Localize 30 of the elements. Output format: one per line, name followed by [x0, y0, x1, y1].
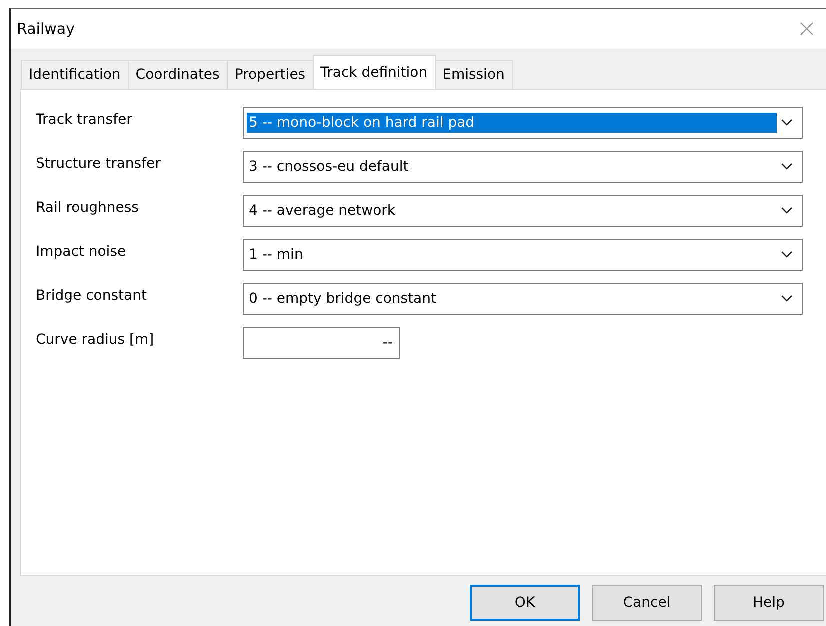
dialog-button[interactable]: OK	[470, 585, 580, 621]
dropdown-value: 4 -- average network	[248, 202, 397, 221]
dropdown-value: 3 -- cnossos-eu default	[248, 158, 410, 177]
dropdown[interactable]: 0 -- empty bridge constant	[243, 283, 803, 315]
tab[interactable]: Track definition	[312, 55, 436, 89]
tab[interactable]: Identification	[21, 60, 129, 89]
dialog-button[interactable]: Help	[714, 585, 824, 621]
field-label: Bridge constant	[36, 288, 148, 304]
field-label: Track transfer	[36, 112, 134, 128]
chevron-down-icon	[781, 295, 793, 303]
field-label: Rail roughness	[36, 200, 140, 216]
dialog-button[interactable]: Cancel	[592, 585, 702, 621]
dropdown-value: 0 -- empty bridge constant	[248, 290, 438, 309]
dropdown[interactable]: 3 -- cnossos-eu default	[243, 151, 803, 183]
dropdown[interactable]: 1 -- min	[243, 239, 803, 271]
field-label: Structure transfer	[36, 156, 162, 172]
close-icon[interactable]	[800, 22, 814, 36]
chevron-down-icon	[781, 207, 793, 215]
field-label: Impact noise	[36, 244, 128, 260]
input-field[interactable]: --	[243, 327, 400, 359]
chevron-down-icon	[781, 119, 793, 127]
dropdown[interactable]: 4 -- average network	[243, 195, 803, 227]
dropdown-value: 5 -- mono-block on hard rail pad	[247, 113, 777, 133]
field-label: Curve radius [m]	[36, 332, 156, 348]
tab[interactable]: Emission	[434, 60, 513, 89]
dropdown-value: 1 -- min	[248, 246, 304, 265]
dropdown[interactable]: 5 -- mono-block on hard rail pad	[243, 107, 803, 139]
chevron-down-icon	[781, 163, 793, 171]
window-title: Railway	[17, 20, 75, 38]
chevron-down-icon	[781, 251, 793, 259]
